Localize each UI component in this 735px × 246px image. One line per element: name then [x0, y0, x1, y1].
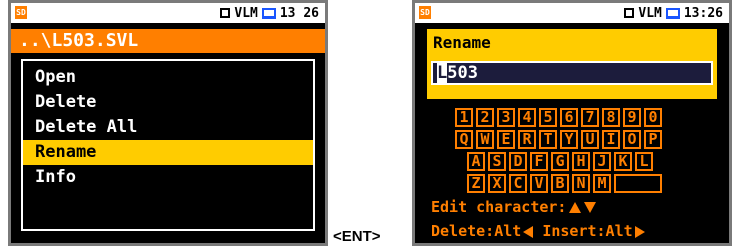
menu-item-delete-all[interactable]: Delete All [31, 115, 305, 140]
key-4[interactable]: 4 [518, 108, 536, 127]
mode-label: VLM [234, 5, 258, 21]
key-9[interactable]: 9 [623, 108, 641, 127]
key-u[interactable]: U [581, 130, 599, 149]
key-5[interactable]: 5 [539, 108, 557, 127]
key-2[interactable]: 2 [476, 108, 494, 127]
rename-dialog: Rename L503 [427, 29, 717, 99]
status-right: VLM 13 26 [220, 4, 319, 22]
key-y[interactable]: Y [560, 130, 578, 149]
rename-title: Rename [433, 33, 491, 52]
key-z[interactable]: Z [467, 174, 485, 193]
status-bar: SD VLM 13:26 [415, 3, 729, 23]
key-g[interactable]: G [551, 152, 569, 171]
key-7[interactable]: 7 [581, 108, 599, 127]
key-6[interactable]: 6 [560, 108, 578, 127]
key-i[interactable]: I [602, 130, 620, 149]
square-icon [624, 8, 635, 18]
rename-input[interactable]: L503 [431, 61, 713, 85]
key-l[interactable]: L [635, 152, 653, 171]
status-right: VLM 13:26 [624, 4, 723, 22]
keyboard-row-1: 1 2 3 4 5 6 7 8 9 0 [455, 108, 662, 127]
key-j[interactable]: J [593, 152, 611, 171]
key-n[interactable]: N [572, 174, 590, 193]
file-path-title: ..\L503.SVL [11, 29, 325, 53]
pc-icon [665, 7, 680, 19]
key-q[interactable]: Q [455, 130, 473, 149]
delete-label: Delete:Alt [431, 222, 522, 240]
sd-card-icon: SD [419, 6, 431, 19]
arrow-up-icon [569, 202, 582, 213]
keyboard-row-4: Z X C V B N M [467, 174, 662, 193]
key-3[interactable]: 3 [497, 108, 515, 127]
key-e[interactable]: E [497, 130, 515, 149]
arrow-left-icon [523, 225, 534, 238]
keyboard-row-2: Q W E R T Y U I O P [455, 130, 662, 149]
key-m[interactable]: M [593, 174, 611, 193]
key-t[interactable]: T [539, 130, 557, 149]
key-s[interactable]: S [488, 152, 506, 171]
edit-character-hint: Edit character: [431, 198, 597, 216]
clock: 13 26 [279, 5, 319, 21]
context-menu: Open Delete Delete All Rename Info [21, 59, 315, 231]
pc-icon [261, 7, 276, 19]
arrow-right-icon [634, 225, 645, 238]
key-p[interactable]: P [644, 130, 662, 149]
status-bar: SD VLM 13 26 [11, 3, 325, 23]
key-w[interactable]: W [476, 130, 494, 149]
rename-value: 503 [447, 63, 478, 83]
file-menu-screen: SD VLM 13 26 ..\L503.SVL Open Delete Del… [8, 0, 328, 246]
key-1[interactable]: 1 [455, 108, 473, 127]
key-d[interactable]: D [509, 152, 527, 171]
key-f[interactable]: F [530, 152, 548, 171]
menu-item-rename[interactable]: Rename [23, 140, 313, 165]
text-cursor: L [437, 63, 448, 83]
menu-item-delete[interactable]: Delete [31, 90, 305, 115]
key-8[interactable]: 8 [602, 108, 620, 127]
key-0[interactable]: 0 [644, 108, 662, 127]
key-h[interactable]: H [572, 152, 590, 171]
clock: 13:26 [683, 5, 723, 21]
delete-insert-hint: Delete:Alt Insert:Alt [431, 222, 645, 240]
mode-label: VLM [638, 5, 662, 21]
key-k[interactable]: K [614, 152, 632, 171]
edit-character-label: Edit character: [431, 198, 567, 216]
keyboard-row-3: A S D F G H J K L [467, 152, 653, 171]
square-icon [220, 8, 231, 18]
key-a[interactable]: A [467, 152, 485, 171]
key-r[interactable]: R [518, 130, 536, 149]
sd-card-icon: SD [15, 6, 27, 19]
key-o[interactable]: O [623, 130, 641, 149]
key-x[interactable]: X [488, 174, 506, 193]
key-space[interactable] [614, 174, 662, 193]
rename-screen: SD VLM 13:26 Rename L503 1 2 3 4 5 6 7 8… [412, 0, 732, 246]
arrow-down-icon [584, 202, 597, 213]
key-b[interactable]: B [551, 174, 569, 193]
insert-label: Insert:Alt [533, 222, 633, 240]
key-v[interactable]: V [530, 174, 548, 193]
key-c[interactable]: C [509, 174, 527, 193]
menu-item-open[interactable]: Open [31, 65, 305, 90]
menu-item-info[interactable]: Info [31, 165, 305, 190]
ent-key-label: <ENT> [333, 228, 381, 245]
